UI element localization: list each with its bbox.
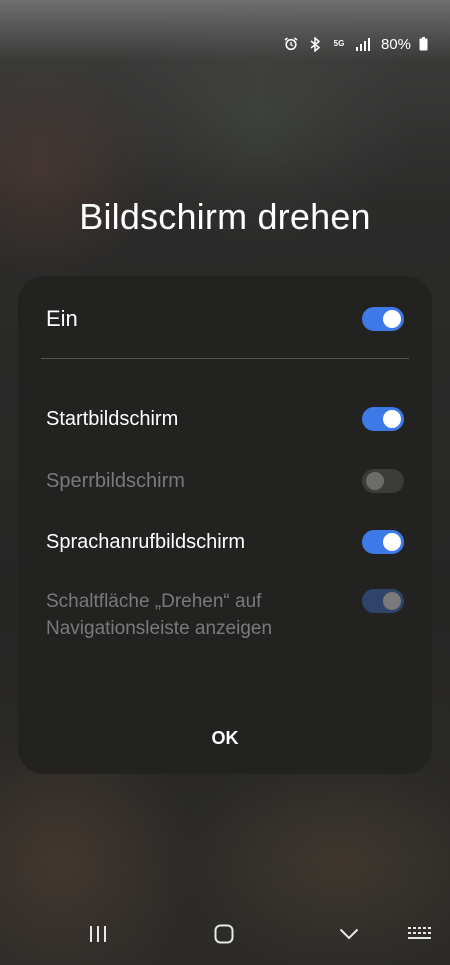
home-icon	[214, 924, 234, 949]
main-toggle-row[interactable]: Ein	[46, 304, 404, 334]
voice-call-screen-toggle[interactable]	[362, 530, 404, 554]
status-bar: 5G 80%	[283, 30, 428, 58]
ok-button[interactable]: OK	[18, 728, 432, 749]
battery-icon	[419, 36, 428, 52]
divider	[41, 358, 409, 359]
toggle-knob	[366, 472, 384, 490]
toggle-knob	[383, 310, 401, 328]
main-toggle-switch[interactable]	[362, 307, 404, 331]
keyboard-icon	[408, 926, 432, 946]
main-toggle-label: Ein	[46, 306, 78, 331]
page-title: Bildschirm drehen	[79, 196, 371, 237]
option-label-voice-call-screen: Sprachanrufbildschirm	[46, 530, 245, 553]
rotation-settings-dialog: Ein Startbildschirm Sperrbildschirm Spra…	[18, 276, 432, 774]
chevron-down-icon	[339, 927, 359, 945]
bluetooth-icon	[307, 36, 323, 52]
recents-button[interactable]	[78, 915, 118, 957]
option-label-lock-screen: Sperrbildschirm	[46, 469, 185, 492]
back-button[interactable]	[329, 915, 369, 957]
option-row-rotate-button: Schaltfläche „Drehen“ auf Navigationslei…	[46, 588, 404, 642]
toggle-knob	[383, 592, 401, 610]
keyboard-button[interactable]	[400, 915, 440, 957]
option-label-rotate-button: Schaltfläche „Drehen“ auf Navigationslei…	[46, 591, 273, 639]
option-label-home-screen: Startbildschirm	[46, 407, 179, 430]
lock-screen-toggle	[362, 469, 404, 493]
navigation-bar	[0, 915, 450, 957]
toggle-knob	[383, 410, 401, 428]
option-row-voice-call-screen[interactable]: Sprachanrufbildschirm	[46, 527, 404, 557]
toggle-knob	[383, 533, 401, 551]
alarm-icon	[283, 36, 299, 52]
home-screen-toggle[interactable]	[362, 407, 404, 431]
home-button[interactable]	[204, 915, 244, 957]
recents-icon	[89, 925, 107, 948]
signal-icon	[355, 36, 371, 52]
option-row-lock-screen: Sperrbildschirm	[46, 466, 404, 496]
battery-percentage: 80%	[380, 35, 411, 53]
5g-icon: 5G	[333, 39, 345, 48]
option-row-home-screen[interactable]: Startbildschirm	[46, 404, 404, 434]
rotate-button-toggle	[362, 589, 404, 613]
